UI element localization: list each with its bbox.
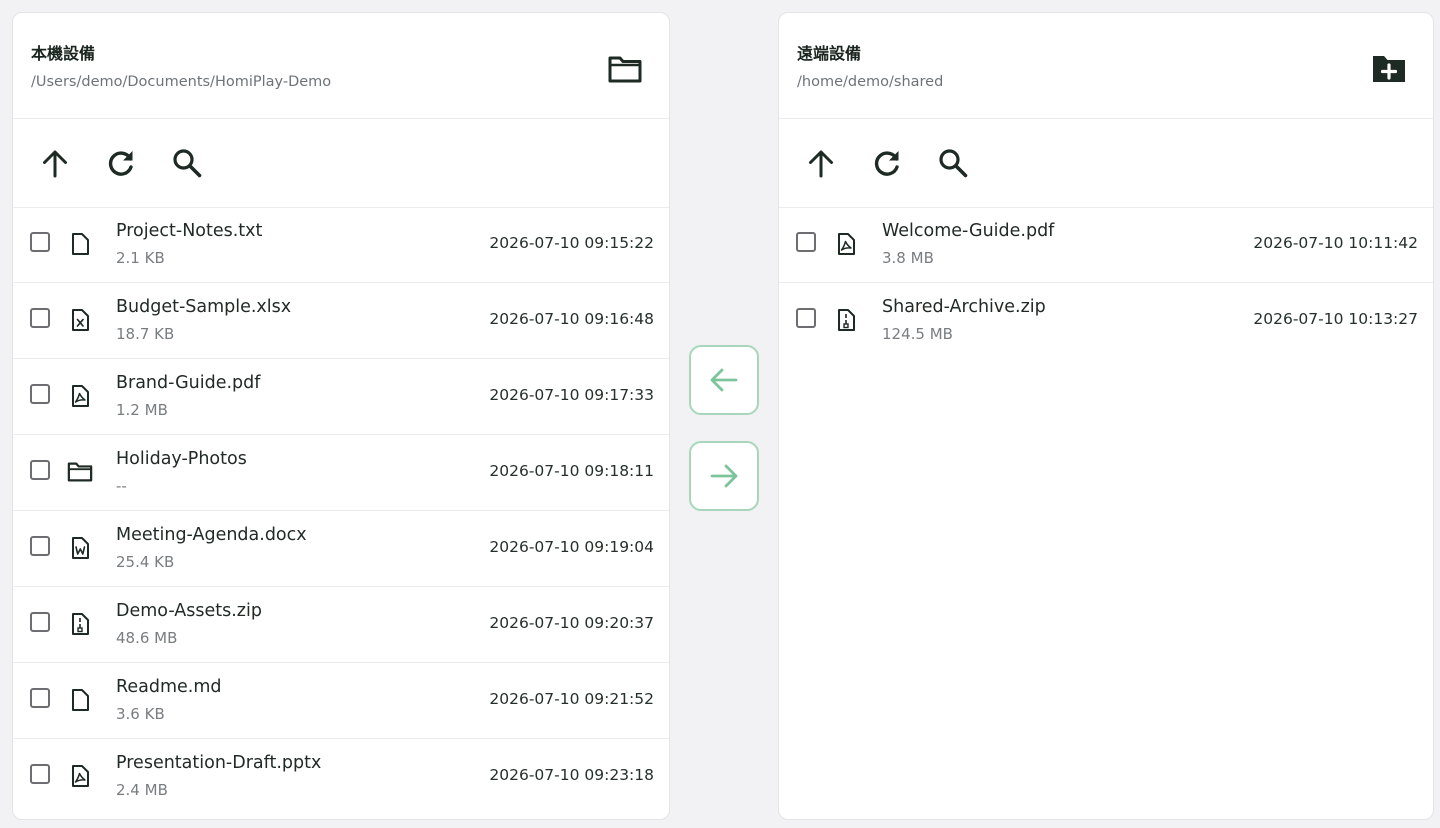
file-name: Brand-Guide.pdf xyxy=(116,373,261,393)
file-name: Presentation-Draft.pptx xyxy=(116,753,322,773)
file-size: 3.6 KB xyxy=(116,705,165,723)
file-row[interactable]: Holiday-Photos -- 2026-07-10 09:18:11 xyxy=(13,435,669,511)
file-name: Meeting-Agenda.docx xyxy=(116,525,307,545)
remote-current-path: /home/demo/shared xyxy=(797,74,944,90)
file-modified-date: 2026-07-10 09:23:18 xyxy=(489,766,654,784)
file-icon xyxy=(67,687,93,713)
remote-refresh-button[interactable] xyxy=(870,146,904,180)
excel-file-icon xyxy=(67,307,93,333)
file-size: 25.4 KB xyxy=(116,553,175,571)
file-icon xyxy=(67,231,93,257)
file-select-checkbox[interactable] xyxy=(796,308,816,328)
file-select-checkbox[interactable] xyxy=(30,384,50,404)
local-current-path: /Users/demo/Documents/HomiPlay-Demo xyxy=(31,74,332,90)
file-modified-date: 2026-07-10 09:20:37 xyxy=(489,614,654,632)
file-size: 3.8 MB xyxy=(882,249,934,267)
file-name: Shared-Archive.zip xyxy=(882,297,1046,317)
file-size: 1.2 MB xyxy=(116,401,168,419)
pdf-file-icon xyxy=(833,231,859,257)
word-file-icon xyxy=(67,535,93,561)
file-modified-date: 2026-07-10 09:17:33 xyxy=(489,386,654,404)
refresh-icon xyxy=(108,151,133,176)
file-row[interactable]: Meeting-Agenda.docx 25.4 KB 2026-07-10 09:… xyxy=(13,511,669,587)
pdf-file-icon xyxy=(67,763,93,789)
local-toolbar xyxy=(13,118,669,208)
file-modified-date: 2026-07-10 09:19:04 xyxy=(489,538,654,556)
file-row[interactable]: Demo-Assets.zip 48.6 MB 2026-07-10 09:20:3… xyxy=(13,587,669,663)
file-modified-date: 2026-07-10 09:15:22 xyxy=(489,234,654,252)
file-size: 124.5 MB xyxy=(882,325,953,343)
file-name: Demo-Assets.zip xyxy=(116,601,262,621)
local-go-up-button[interactable] xyxy=(38,146,72,180)
new-folder-button[interactable] xyxy=(1371,53,1407,85)
file-select-checkbox[interactable] xyxy=(30,232,50,252)
file-modified-date: 2026-07-10 10:13:27 xyxy=(1253,310,1418,328)
file-modified-date: 2026-07-10 09:16:48 xyxy=(489,310,654,328)
file-row[interactable]: Welcome-Guide.pdf 3.8 MB 2026-07-10 10:11:… xyxy=(779,207,1433,283)
remote-device-panel: 遠端設備 /home/demo/shared Welcome-Guide.pdf… xyxy=(778,12,1434,820)
local-search-button[interactable] xyxy=(170,146,204,180)
file-row[interactable]: Presentation-Draft.pptx 2.4 MB 2026-07-10 … xyxy=(13,739,669,815)
transfer-to-local-button[interactable] xyxy=(689,345,759,415)
arrow-up-icon xyxy=(809,150,833,178)
file-name: Welcome-Guide.pdf xyxy=(882,221,1055,241)
folder-open-icon xyxy=(608,56,642,83)
file-select-checkbox[interactable] xyxy=(30,764,50,784)
remote-search-button[interactable] xyxy=(936,146,970,180)
zip-file-icon xyxy=(67,611,93,637)
file-size: 2.1 KB xyxy=(116,249,165,267)
zip-file-icon xyxy=(833,307,859,333)
file-size: 48.6 MB xyxy=(116,629,178,647)
file-name: Project-Notes.txt xyxy=(116,221,263,241)
local-device-panel: 本機設備 /Users/demo/Documents/HomiPlay-Demo xyxy=(12,12,670,820)
file-name: Budget-Sample.xlsx xyxy=(116,297,292,317)
pdf-file-icon xyxy=(67,383,93,409)
local-panel-title: 本機設備 xyxy=(31,44,96,63)
file-size: 18.7 KB xyxy=(116,325,175,343)
file-select-checkbox[interactable] xyxy=(30,308,50,328)
file-row[interactable]: Brand-Guide.pdf 1.2 MB 2026-07-10 09:17:33 xyxy=(13,359,669,435)
transfer-to-remote-button[interactable] xyxy=(689,441,759,511)
file-name: Readme.md xyxy=(116,677,222,697)
file-select-checkbox[interactable] xyxy=(30,536,50,556)
file-row[interactable]: Readme.md 3.6 KB 2026-07-10 09:21:52 xyxy=(13,663,669,739)
file-modified-date: 2026-07-10 09:18:11 xyxy=(489,462,654,480)
arrow-right-icon xyxy=(710,464,738,488)
file-row[interactable]: Project-Notes.txt 2.1 KB 2026-07-10 09:15:… xyxy=(13,207,669,283)
file-row[interactable]: Budget-Sample.xlsx 18.7 KB 2026-07-10 09:1… xyxy=(13,283,669,359)
refresh-icon xyxy=(874,151,899,176)
arrow-up-icon xyxy=(43,150,67,178)
file-size: 2.4 MB xyxy=(116,781,168,799)
local-file-list: Project-Notes.txt 2.1 KB 2026-07-10 09:15:… xyxy=(13,207,669,815)
remote-file-list: Welcome-Guide.pdf 3.8 MB 2026-07-10 10:11:… xyxy=(779,207,1433,359)
remote-panel-title: 遠端設備 xyxy=(797,44,862,63)
file-size: -- xyxy=(116,477,127,495)
file-name: Holiday-Photos xyxy=(116,449,247,469)
file-modified-date: 2026-07-10 10:11:42 xyxy=(1253,234,1418,252)
file-select-checkbox[interactable] xyxy=(30,460,50,480)
file-select-checkbox[interactable] xyxy=(796,232,816,252)
file-row[interactable]: Shared-Archive.zip 124.5 MB 2026-07-10 10:… xyxy=(779,283,1433,359)
remote-panel-header: 遠端設備 /home/demo/shared xyxy=(779,13,1433,119)
file-select-checkbox[interactable] xyxy=(30,688,50,708)
remote-toolbar xyxy=(779,118,1433,208)
local-refresh-button[interactable] xyxy=(104,146,138,180)
folder-icon xyxy=(67,459,93,485)
arrow-left-icon xyxy=(710,368,738,392)
remote-go-up-button[interactable] xyxy=(804,146,838,180)
open-folder-button[interactable] xyxy=(607,53,643,85)
search-icon xyxy=(173,149,202,178)
file-modified-date: 2026-07-10 09:21:52 xyxy=(489,690,654,708)
local-panel-header: 本機設備 /Users/demo/Documents/HomiPlay-Demo xyxy=(13,13,669,119)
file-select-checkbox[interactable] xyxy=(30,612,50,632)
search-icon xyxy=(939,149,968,178)
new-folder-icon xyxy=(1373,56,1405,82)
